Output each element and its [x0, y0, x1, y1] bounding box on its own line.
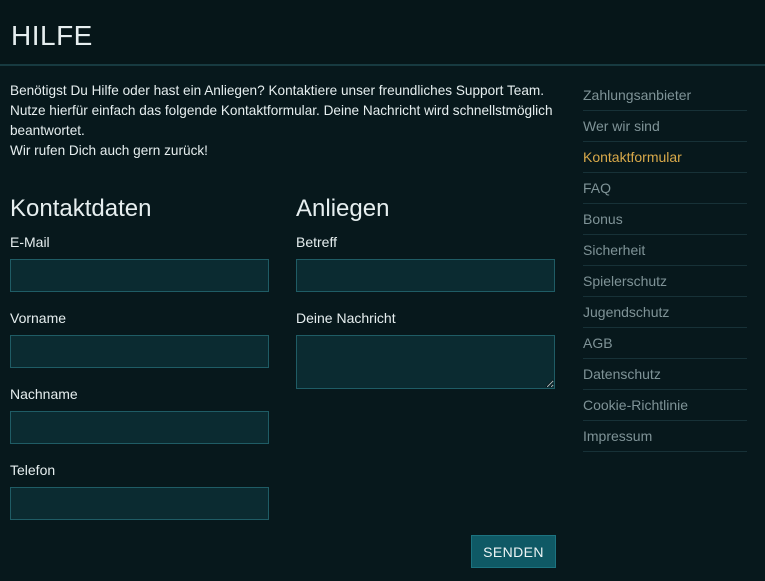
- sidebar-item-kontaktformular[interactable]: Kontaktformular: [583, 142, 747, 173]
- message-textarea[interactable]: [296, 335, 555, 389]
- sidebar-item-cookie-richtlinie[interactable]: Cookie-Richtlinie: [583, 390, 747, 421]
- intro-line: Benötigst Du Hilfe oder hast ein Anliege…: [10, 83, 545, 98]
- sidebar-item-bonus[interactable]: Bonus: [583, 204, 747, 235]
- sidebar-item-datenschutz[interactable]: Datenschutz: [583, 359, 747, 390]
- sidebar-item-spielerschutz[interactable]: Spielerschutz: [583, 266, 747, 297]
- email-label: E-Mail: [10, 234, 50, 250]
- sidebar-item-sicherheit[interactable]: Sicherheit: [583, 235, 747, 266]
- sidebar-nav: Zahlungsanbieter Wer wir sind Kontaktfor…: [583, 80, 747, 452]
- email-field[interactable]: [10, 259, 269, 292]
- sidebar-item-jugendschutz[interactable]: Jugendschutz: [583, 297, 747, 328]
- last-name-field[interactable]: [10, 411, 269, 444]
- sidebar-item-impressum[interactable]: Impressum: [583, 421, 747, 452]
- message-label: Deine Nachricht: [296, 310, 396, 326]
- send-button[interactable]: SENDEN: [471, 535, 556, 568]
- intro-line: Nutze hierfür einfach das folgende Konta…: [10, 103, 553, 138]
- phone-field[interactable]: [10, 487, 269, 520]
- page-header: HILFE: [0, 0, 765, 66]
- first-name-label: Vorname: [10, 310, 67, 326]
- sidebar-item-faq[interactable]: FAQ: [583, 173, 747, 204]
- intro-text: Benötigst Du Hilfe oder hast ein Anliege…: [10, 81, 560, 161]
- sidebar-item-wer-wir-sind[interactable]: Wer wir sind: [583, 111, 747, 142]
- phone-label: Telefon: [10, 462, 56, 478]
- contact-section-title: Kontaktdaten: [10, 195, 152, 222]
- subject-field[interactable]: [296, 259, 555, 292]
- sidebar-item-zahlungsanbieter[interactable]: Zahlungsanbieter: [583, 80, 747, 111]
- last-name-label: Nachname: [10, 386, 78, 402]
- subject-label: Betreff: [296, 234, 337, 250]
- sidebar-item-agb[interactable]: AGB: [583, 328, 747, 359]
- intro-line: Wir rufen Dich auch gern zurück!: [10, 143, 208, 158]
- first-name-field[interactable]: [10, 335, 269, 368]
- concern-section-title: Anliegen: [296, 195, 390, 222]
- page-title: HILFE: [11, 20, 93, 51]
